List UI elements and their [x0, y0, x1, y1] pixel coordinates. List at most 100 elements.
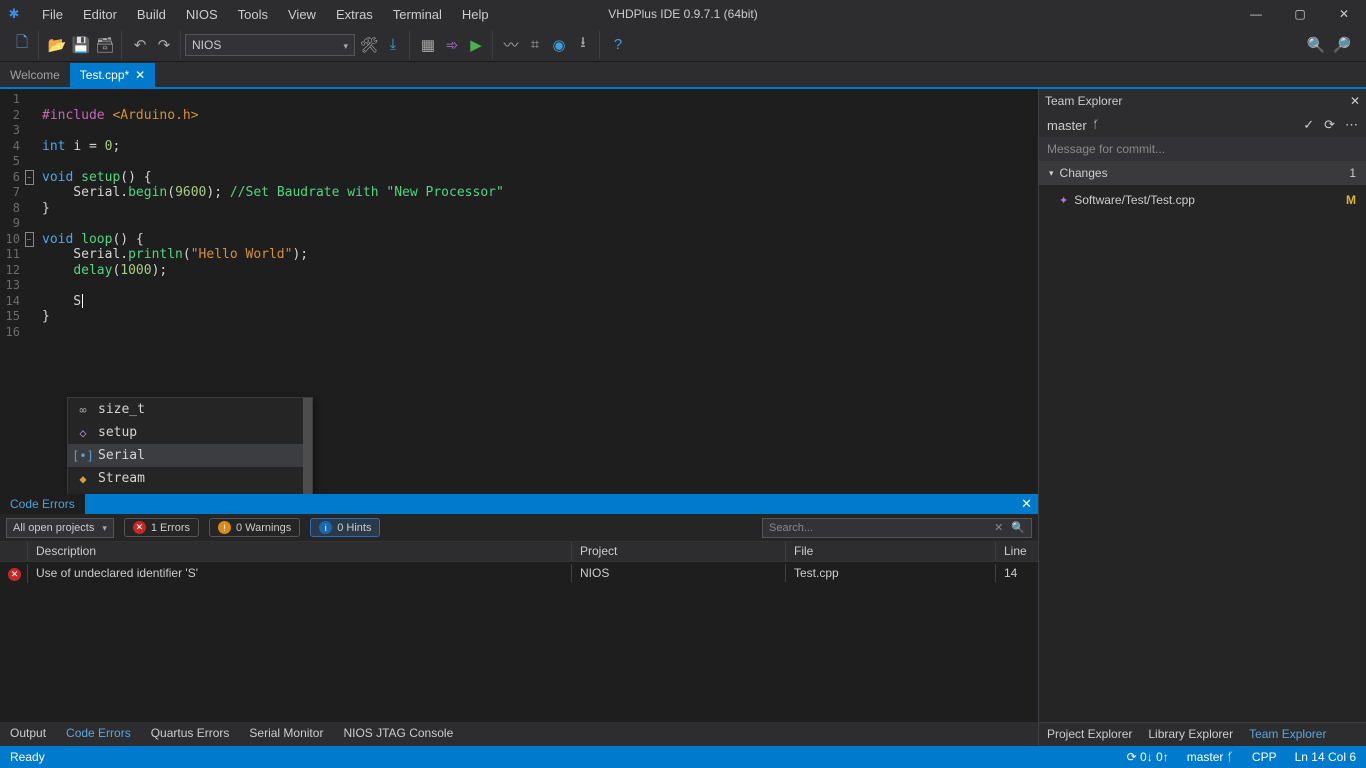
download-icon[interactable]: ⤓ [383, 35, 403, 55]
debug-icon[interactable]: ⌗ [525, 35, 545, 55]
undo-icon[interactable]: ↶ [130, 35, 150, 55]
refresh-icon[interactable]: ⟳ [1324, 117, 1335, 133]
autocomplete-item-label: setup [98, 425, 137, 440]
commit-message-input[interactable]: Message for commit... [1039, 137, 1366, 161]
save-all-icon[interactable]: 🗃 [95, 35, 115, 55]
errors-search-input[interactable]: Search... ✕ 🔍 [762, 518, 1032, 538]
errors-pill[interactable]: ✕ 1 Errors [124, 518, 199, 537]
save-icon[interactable]: 💾 [71, 35, 91, 55]
menu-build[interactable]: Build [127, 3, 176, 26]
autocomplete-item[interactable]: ◆Stream [68, 467, 312, 490]
app-logo-icon: ✱ [0, 6, 28, 22]
autocomplete-item-icon: ◇ [76, 426, 90, 440]
main-area: 12345678910111213141516 −− #include <Ard… [0, 88, 1366, 746]
editor-tab[interactable]: Test.cpp*✕ [70, 63, 155, 87]
error-desc: Use of undeclared identifier 'S' [28, 564, 572, 582]
minimize-button[interactable]: — [1234, 0, 1278, 28]
hints-pill[interactable]: i 0 Hints [310, 518, 380, 537]
search-icon[interactable]: 🔍 [1011, 521, 1025, 534]
side-tab[interactable]: Team Explorer [1241, 723, 1334, 746]
tab-close-icon[interactable]: ✕ [135, 68, 145, 82]
bottom-tab[interactable]: NIOS JTAG Console [333, 722, 463, 746]
menu-file[interactable]: File [32, 3, 73, 26]
menu-help[interactable]: Help [452, 3, 499, 26]
code-editor[interactable]: 12345678910111213141516 −− #include <Ard… [0, 89, 1038, 494]
export-icon[interactable]: ⭳ [573, 35, 593, 55]
error-row[interactable]: ✕ Use of undeclared identifier 'S' NIOS … [0, 562, 1038, 584]
fold-column: −− [24, 89, 34, 494]
chip-icon[interactable]: ▦ [418, 35, 438, 55]
right-panel-tabs: Project ExplorerLibrary ExplorerTeam Exp… [1039, 722, 1366, 746]
close-button[interactable]: ✕ [1322, 0, 1366, 28]
status-sync[interactable]: ⟳ 0↓ 0↑ [1127, 750, 1169, 764]
open-folder-icon[interactable]: 📂 [47, 35, 67, 55]
menu-editor[interactable]: Editor [73, 3, 127, 26]
zoom-in-icon[interactable]: 🔍 [1306, 35, 1326, 55]
code-errors-tab[interactable]: Code Errors [0, 494, 85, 514]
menu-view[interactable]: View [278, 3, 326, 26]
minimap[interactable] [1026, 89, 1038, 494]
line-gutter: 12345678910111213141516 [0, 89, 24, 494]
project-select[interactable]: NIOS [185, 34, 355, 56]
errors-table-body: ✕ Use of undeclared identifier 'S' NIOS … [0, 562, 1038, 722]
autocomplete-item-icon: [•] [76, 449, 90, 463]
commit-check-icon[interactable]: ✓ [1303, 117, 1314, 133]
link-icon[interactable]: ➾ [442, 35, 462, 55]
window-title: VHDPlus IDE 0.9.7.1 (64bit) [608, 7, 757, 21]
play-icon[interactable]: ▶ [466, 35, 486, 55]
panel-close-icon[interactable]: ✕ [1350, 94, 1360, 108]
autocomplete-item[interactable]: [•]Serial [68, 444, 312, 467]
errors-col-project[interactable]: Project [572, 542, 786, 561]
status-position[interactable]: Ln 14 Col 6 [1295, 750, 1356, 764]
autocomplete-item[interactable]: ◆String [68, 490, 312, 494]
bottom-panel-header: Code Errors ✕ [0, 494, 1038, 514]
change-item[interactable]: ✦ Software/Test/Test.cpp M [1039, 189, 1366, 211]
autocomplete-item[interactable]: ∞size_t [68, 398, 312, 421]
project-select-value: NIOS [192, 38, 221, 52]
bottom-tab[interactable]: Output [0, 722, 56, 746]
status-lang[interactable]: CPP [1252, 750, 1277, 764]
menu-terminal[interactable]: Terminal [383, 3, 452, 26]
changes-section-header[interactable]: ▾ Changes 1 [1039, 161, 1366, 185]
errors-col-description[interactable]: Description [28, 542, 572, 561]
editor-column: 12345678910111213141516 −− #include <Ard… [0, 89, 1038, 746]
autocomplete-item[interactable]: ◇ setup [68, 421, 312, 444]
wave-icon[interactable]: 〰 [501, 35, 521, 55]
bottom-tab[interactable]: Code Errors [56, 722, 141, 746]
hammer-icon[interactable]: 🛠 [359, 35, 379, 55]
panel-close-icon[interactable]: ✕ [1021, 496, 1032, 512]
menu-extras[interactable]: Extras [326, 3, 383, 26]
scope-select[interactable]: All open projects [6, 518, 114, 538]
chevron-down-icon [343, 38, 348, 52]
maximize-button[interactable]: ▢ [1278, 0, 1322, 28]
menu-tools[interactable]: Tools [228, 3, 278, 26]
bottom-tab[interactable]: Quartus Errors [141, 722, 240, 746]
side-tab[interactable]: Project Explorer [1039, 723, 1140, 746]
status-branch[interactable]: master ᚶ [1187, 750, 1234, 764]
warnings-pill[interactable]: ! 0 Warnings [209, 518, 300, 537]
errors-col-file[interactable]: File [786, 542, 996, 561]
errors-filter-bar: All open projects ✕ 1 Errors ! 0 Warning… [0, 514, 1038, 542]
main-toolbar: 🗋 📂 💾 🗃 ↶ ↷ NIOS 🛠 ⤓ ▦ ➾ ▶ 〰 ⌗ ◉ ⭳ ? 🔍 🔎 [0, 28, 1366, 62]
errors-col-line[interactable]: Line [996, 542, 1038, 561]
branch-name[interactable]: master [1047, 118, 1087, 133]
editor-tab[interactable]: Welcome [0, 63, 70, 87]
error-file: Test.cpp [786, 564, 996, 582]
bottom-tab[interactable]: Serial Monitor [239, 722, 333, 746]
branch-bar: master ᚶ ✓ ⟳ ⋯ [1039, 113, 1366, 137]
autocomplete-popup[interactable]: ∞size_t◇setup[•]Serial◆Stream◆String◆Str… [67, 397, 313, 494]
zoom-out-icon[interactable]: 🔎 [1332, 35, 1352, 55]
menu-nios[interactable]: NIOS [176, 3, 228, 26]
autocomplete-scrollbar[interactable] [303, 398, 312, 494]
side-tab[interactable]: Library Explorer [1140, 723, 1241, 746]
more-icon[interactable]: ⋯ [1345, 117, 1358, 133]
clear-search-icon[interactable]: ✕ [994, 521, 1003, 534]
redo-icon[interactable]: ↷ [154, 35, 174, 55]
file-change-icon: ✦ [1059, 194, 1068, 207]
changes-list: ✦ Software/Test/Test.cpp M [1039, 185, 1366, 722]
globe-icon[interactable]: ◉ [549, 35, 569, 55]
team-explorer-title: Team Explorer ✕ [1039, 89, 1366, 113]
help-icon[interactable]: ? [608, 35, 628, 55]
new-file-icon[interactable]: 🗋 [12, 35, 32, 55]
autocomplete-item-icon: ◆ [76, 472, 90, 486]
